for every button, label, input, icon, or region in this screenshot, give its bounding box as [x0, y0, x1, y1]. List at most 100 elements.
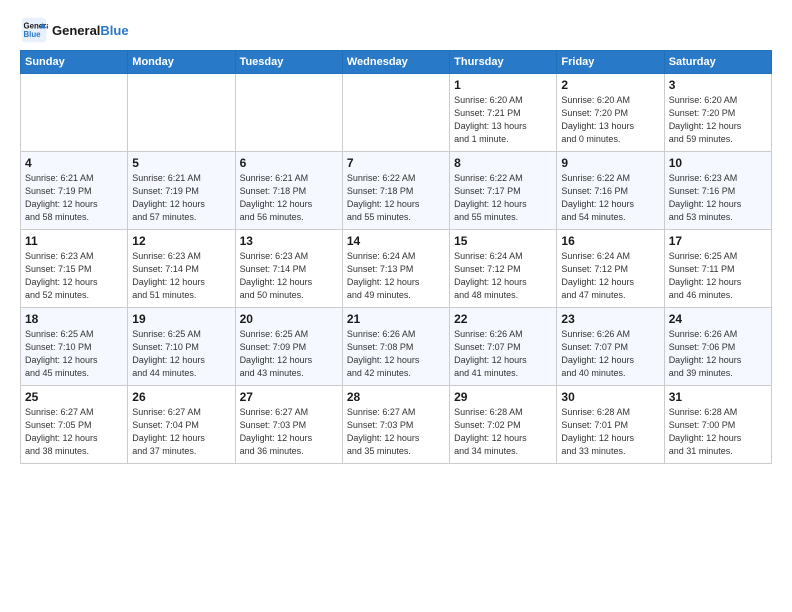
header: General Blue GeneralBlue [20, 16, 772, 44]
calendar-cell: 10Sunrise: 6:23 AM Sunset: 7:16 PM Dayli… [664, 152, 771, 230]
day-info: Sunrise: 6:24 AM Sunset: 7:13 PM Dayligh… [347, 250, 445, 302]
week-row-2: 4 Sunrise: 6:21 AM Sunset: 7:19 PM Daylig… [21, 152, 772, 230]
day-info: Sunrise: 6:26 AM Sunset: 7:07 PM Dayligh… [454, 328, 552, 380]
day-info: Sunrise: 6:21 AM Sunset: 7:19 PM Dayligh… [132, 172, 230, 224]
day-number: 16 [561, 234, 659, 248]
day-number: 24 [669, 312, 767, 326]
day-info: Sunrise: 6:20 AM Sunset: 7:20 PM Dayligh… [669, 94, 767, 146]
calendar-cell: 20 Sunrise: 6:25 AM Sunset: 7:09 PM Dayli… [235, 308, 342, 386]
calendar-cell: 7Sunrise: 6:22 AM Sunset: 7:18 PM Daylig… [342, 152, 449, 230]
calendar-cell: 28 Sunrise: 6:27 AM Sunset: 7:03 PM Dayli… [342, 386, 449, 464]
calendar-cell: 1 Sunrise: 6:20 AM Sunset: 7:21 PM Daylig… [450, 74, 557, 152]
calendar-cell: 2 Sunrise: 6:20 AM Sunset: 7:20 PM Daylig… [557, 74, 664, 152]
day-info: Sunrise: 6:26 AM Sunset: 7:06 PM Dayligh… [669, 328, 767, 380]
header-row: SundayMondayTuesdayWednesdayThursdayFrid… [21, 51, 772, 74]
calendar-cell [235, 74, 342, 152]
day-header-friday: Friday [557, 51, 664, 74]
day-info: Sunrise: 6:26 AM Sunset: 7:07 PM Dayligh… [561, 328, 659, 380]
day-info: Sunrise: 6:28 AM Sunset: 7:01 PM Dayligh… [561, 406, 659, 458]
day-number: 4 [25, 156, 123, 170]
day-number: 25 [25, 390, 123, 404]
day-info: Sunrise: 6:23 AM Sunset: 7:14 PM Dayligh… [132, 250, 230, 302]
day-info: Sunrise: 6:25 AM Sunset: 7:10 PM Dayligh… [25, 328, 123, 380]
day-number: 19 [132, 312, 230, 326]
calendar-cell: 13 Sunrise: 6:23 AM Sunset: 7:14 PM Dayli… [235, 230, 342, 308]
day-header-thursday: Thursday [450, 51, 557, 74]
week-row-3: 11 Sunrise: 6:23 AM Sunset: 7:15 PM Dayli… [21, 230, 772, 308]
day-info: Sunrise: 6:24 AM Sunset: 7:12 PM Dayligh… [561, 250, 659, 302]
day-header-saturday: Saturday [664, 51, 771, 74]
logo-text: GeneralBlue [52, 23, 129, 38]
calendar-cell: 4 Sunrise: 6:21 AM Sunset: 7:19 PM Daylig… [21, 152, 128, 230]
day-number: 13 [240, 234, 338, 248]
day-info: Sunrise: 6:21 AM Sunset: 7:19 PM Dayligh… [25, 172, 123, 224]
day-number: 31 [669, 390, 767, 404]
calendar-cell: 3 Sunrise: 6:20 AM Sunset: 7:20 PM Daylig… [664, 74, 771, 152]
week-row-1: 1 Sunrise: 6:20 AM Sunset: 7:21 PM Daylig… [21, 74, 772, 152]
calendar-cell: 12Sunrise: 6:23 AM Sunset: 7:14 PM Dayli… [128, 230, 235, 308]
day-number: 3 [669, 78, 767, 92]
day-number: 1 [454, 78, 552, 92]
day-number: 17 [669, 234, 767, 248]
day-header-monday: Monday [128, 51, 235, 74]
day-number: 26 [132, 390, 230, 404]
week-row-5: 25Sunrise: 6:27 AM Sunset: 7:05 PM Dayli… [21, 386, 772, 464]
day-info: Sunrise: 6:22 AM Sunset: 7:18 PM Dayligh… [347, 172, 445, 224]
day-number: 21 [347, 312, 445, 326]
day-number: 2 [561, 78, 659, 92]
day-info: Sunrise: 6:27 AM Sunset: 7:03 PM Dayligh… [347, 406, 445, 458]
calendar-cell: 11 Sunrise: 6:23 AM Sunset: 7:15 PM Dayli… [21, 230, 128, 308]
calendar-cell: 15Sunrise: 6:24 AM Sunset: 7:12 PM Dayli… [450, 230, 557, 308]
day-info: Sunrise: 6:20 AM Sunset: 7:21 PM Dayligh… [454, 94, 552, 146]
day-number: 20 [240, 312, 338, 326]
day-info: Sunrise: 6:27 AM Sunset: 7:04 PM Dayligh… [132, 406, 230, 458]
calendar-cell: 5 Sunrise: 6:21 AM Sunset: 7:19 PM Daylig… [128, 152, 235, 230]
calendar-cell: 30Sunrise: 6:28 AM Sunset: 7:01 PM Dayli… [557, 386, 664, 464]
day-number: 5 [132, 156, 230, 170]
day-number: 11 [25, 234, 123, 248]
calendar-cell [21, 74, 128, 152]
day-info: Sunrise: 6:23 AM Sunset: 7:14 PM Dayligh… [240, 250, 338, 302]
day-number: 9 [561, 156, 659, 170]
day-number: 23 [561, 312, 659, 326]
day-info: Sunrise: 6:22 AM Sunset: 7:17 PM Dayligh… [454, 172, 552, 224]
calendar-cell: 29 Sunrise: 6:28 AM Sunset: 7:02 PM Dayli… [450, 386, 557, 464]
day-info: Sunrise: 6:22 AM Sunset: 7:16 PM Dayligh… [561, 172, 659, 224]
day-info: Sunrise: 6:20 AM Sunset: 7:20 PM Dayligh… [561, 94, 659, 146]
day-info: Sunrise: 6:27 AM Sunset: 7:03 PM Dayligh… [240, 406, 338, 458]
logo-icon: General Blue [20, 16, 48, 44]
calendar-cell: 18Sunrise: 6:25 AM Sunset: 7:10 PM Dayli… [21, 308, 128, 386]
calendar-cell [342, 74, 449, 152]
calendar-cell: 31Sunrise: 6:28 AM Sunset: 7:00 PM Dayli… [664, 386, 771, 464]
week-row-4: 18Sunrise: 6:25 AM Sunset: 7:10 PM Dayli… [21, 308, 772, 386]
calendar-cell: 17Sunrise: 6:25 AM Sunset: 7:11 PM Dayli… [664, 230, 771, 308]
day-number: 22 [454, 312, 552, 326]
calendar-cell: 6 Sunrise: 6:21 AM Sunset: 7:18 PM Daylig… [235, 152, 342, 230]
day-header-tuesday: Tuesday [235, 51, 342, 74]
calendar-cell: 24 Sunrise: 6:26 AM Sunset: 7:06 PM Dayli… [664, 308, 771, 386]
calendar-cell: 27Sunrise: 6:27 AM Sunset: 7:03 PM Dayli… [235, 386, 342, 464]
page: General Blue GeneralBlue SundayMondayTue… [0, 0, 792, 612]
calendar-cell [128, 74, 235, 152]
calendar-cell: 25Sunrise: 6:27 AM Sunset: 7:05 PM Dayli… [21, 386, 128, 464]
calendar-cell: 16 Sunrise: 6:24 AM Sunset: 7:12 PM Dayli… [557, 230, 664, 308]
day-info: Sunrise: 6:25 AM Sunset: 7:10 PM Dayligh… [132, 328, 230, 380]
day-number: 14 [347, 234, 445, 248]
day-number: 6 [240, 156, 338, 170]
calendar-cell: 14 Sunrise: 6:24 AM Sunset: 7:13 PM Dayli… [342, 230, 449, 308]
calendar-table: SundayMondayTuesdayWednesdayThursdayFrid… [20, 50, 772, 464]
day-number: 29 [454, 390, 552, 404]
day-info: Sunrise: 6:23 AM Sunset: 7:15 PM Dayligh… [25, 250, 123, 302]
calendar-cell: 19 Sunrise: 6:25 AM Sunset: 7:10 PM Dayli… [128, 308, 235, 386]
day-info: Sunrise: 6:24 AM Sunset: 7:12 PM Dayligh… [454, 250, 552, 302]
logo: General Blue GeneralBlue [20, 16, 129, 44]
calendar-cell: 9 Sunrise: 6:22 AM Sunset: 7:16 PM Daylig… [557, 152, 664, 230]
calendar-cell: 21Sunrise: 6:26 AM Sunset: 7:08 PM Dayli… [342, 308, 449, 386]
day-info: Sunrise: 6:21 AM Sunset: 7:18 PM Dayligh… [240, 172, 338, 224]
calendar-cell: 8Sunrise: 6:22 AM Sunset: 7:17 PM Daylig… [450, 152, 557, 230]
day-info: Sunrise: 6:28 AM Sunset: 7:02 PM Dayligh… [454, 406, 552, 458]
day-info: Sunrise: 6:25 AM Sunset: 7:09 PM Dayligh… [240, 328, 338, 380]
day-header-sunday: Sunday [21, 51, 128, 74]
day-number: 28 [347, 390, 445, 404]
calendar-cell: 26 Sunrise: 6:27 AM Sunset: 7:04 PM Dayli… [128, 386, 235, 464]
